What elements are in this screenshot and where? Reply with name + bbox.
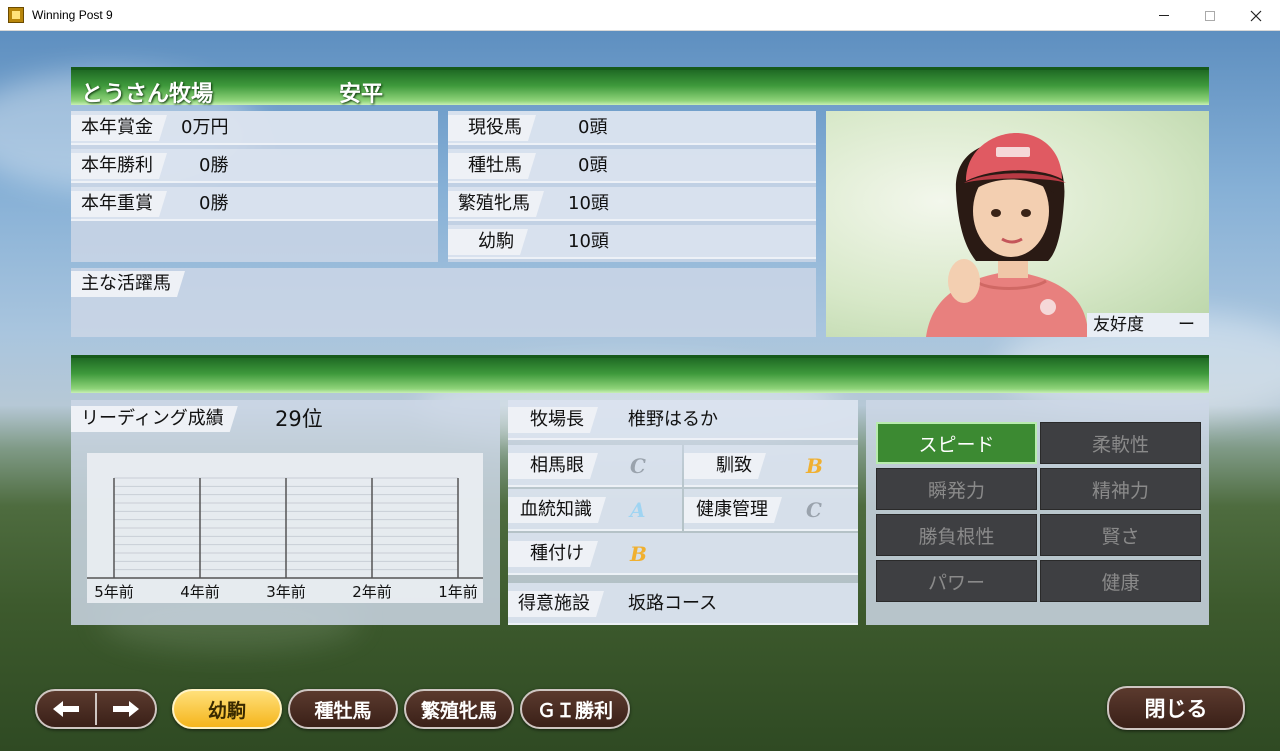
manager-name: 椎野はるか xyxy=(628,409,718,430)
tab-foals[interactable]: 幼駒 xyxy=(172,689,282,729)
ability-cell: 血統知識 A xyxy=(508,489,682,531)
chart-x-tick-label: 2年前 xyxy=(352,583,392,601)
friendship-label: 友好度 xyxy=(1093,315,1144,335)
ability-cell: 馴致 B xyxy=(684,445,858,487)
leading-chart: 5年前 4年前 3年前 2年前 1年前 xyxy=(87,477,483,601)
ability-grade: C xyxy=(630,454,646,478)
specialty-label: 得意施設 xyxy=(508,591,604,617)
minimize-button[interactable] xyxy=(1141,0,1187,31)
stat-value: 10頭 xyxy=(568,193,609,214)
stat-value: 0勝 xyxy=(199,155,229,176)
manager-portrait-image xyxy=(926,133,1088,337)
tab-g1-wins[interactable]: ＧＩ勝利 xyxy=(520,689,630,729)
farm-header: とうさん牧場 安平 xyxy=(71,67,1209,107)
chart-x-tick-label: 5年前 xyxy=(94,583,134,601)
ability-label: 血統知識 xyxy=(508,497,606,523)
ability-grade: B xyxy=(806,454,823,478)
skill-power: パワー xyxy=(876,560,1037,602)
ability-cell: 種付け B xyxy=(508,533,858,575)
skill-mental: 精神力 xyxy=(1040,468,1201,510)
ability-label: 馴致 xyxy=(684,453,766,479)
maximize-icon xyxy=(1205,10,1215,21)
chart-x-tick-label: 4年前 xyxy=(180,583,220,601)
arrow-right-icon xyxy=(113,701,139,717)
ability-label: 健康管理 xyxy=(684,497,782,523)
ability-grade: B xyxy=(630,542,647,566)
window-title: Winning Post 9 xyxy=(32,8,113,22)
specialty-value: 坂路コース xyxy=(628,593,718,614)
skill-health: 健康 xyxy=(1040,560,1201,602)
stat-value: 0頭 xyxy=(578,117,608,138)
skill-speed: スピード xyxy=(876,422,1037,464)
farm-owner: 安平 xyxy=(339,82,384,107)
close-button[interactable]: 閉じる xyxy=(1107,686,1245,730)
maximize-button[interactable] xyxy=(1187,0,1233,31)
manager-portrait xyxy=(826,111,1209,337)
nav-arrows xyxy=(35,689,157,729)
minimize-icon xyxy=(1159,15,1169,16)
stat-label: 現役馬 xyxy=(448,115,536,141)
ability-grade: A xyxy=(630,498,646,522)
ability-grade: C xyxy=(806,498,822,522)
manager-label: 牧場長 xyxy=(508,407,598,433)
manager-row: 牧場長 椎野はるか xyxy=(508,400,858,440)
stat-row: 現役馬 0頭 xyxy=(448,111,816,145)
app-icon xyxy=(8,7,24,23)
ability-cell: 相馬眼 C xyxy=(508,445,682,487)
chart-x-tick-label: 3年前 xyxy=(266,583,306,601)
farm-name: とうさん牧場 xyxy=(81,82,214,107)
tab-stallions[interactable]: 種牡馬 xyxy=(288,689,398,729)
stat-row: 本年賞金 0万円 xyxy=(71,111,438,145)
stat-row: 本年重賞 0勝 xyxy=(71,187,438,221)
skill-intelligence: 賢さ xyxy=(1040,514,1201,556)
window-titlebar: Winning Post 9 xyxy=(0,0,1280,31)
friendship-value: ー xyxy=(1178,315,1195,335)
stat-value: 0勝 xyxy=(199,193,229,214)
leading-chart-panel: リーディング成績 29位 5年前 4年前 3年前 2年前 1年前 xyxy=(71,400,500,625)
stat-value: 0万円 xyxy=(181,117,229,138)
stat-label: 繁殖牝馬 xyxy=(448,191,544,217)
stat-row: 繁殖牝馬 10頭 xyxy=(448,187,816,221)
ability-cell: 健康管理 C xyxy=(684,489,858,531)
stat-value: 0頭 xyxy=(578,155,608,176)
skill-flexibility: 柔軟性 xyxy=(1040,422,1201,464)
main-horses-label: 主な活躍馬 xyxy=(71,271,185,297)
tab-broodmares[interactable]: 繁殖牝馬 xyxy=(404,689,514,729)
stat-row: 種牡馬 0頭 xyxy=(448,149,816,183)
skills-panel: スピード 柔軟性 瞬発力 精神力 勝負根性 賢さ パワー 健康 xyxy=(866,400,1209,625)
skill-guts: 勝負根性 xyxy=(876,514,1037,556)
stat-label: 種牡馬 xyxy=(448,153,536,179)
stat-label: 幼駒 xyxy=(448,229,528,255)
close-window-button[interactable] xyxy=(1233,0,1279,31)
stat-row: 幼駒 10頭 xyxy=(448,225,816,259)
main-horses-panel: 主な活躍馬 xyxy=(71,268,816,337)
stat-label: 本年重賞 xyxy=(71,191,167,217)
ability-label: 種付け xyxy=(508,541,598,567)
stat-row: 本年勝利 0勝 xyxy=(71,149,438,183)
stat-label: 本年勝利 xyxy=(71,153,167,179)
skill-burst: 瞬発力 xyxy=(876,468,1037,510)
next-button[interactable] xyxy=(97,691,155,727)
stat-label: 本年賞金 xyxy=(71,115,167,141)
ability-label: 相馬眼 xyxy=(508,453,598,479)
arrow-left-icon xyxy=(53,701,79,717)
specialty-row: 得意施設 坂路コース xyxy=(508,583,858,625)
stat-value: 10頭 xyxy=(568,231,609,252)
close-icon xyxy=(1250,10,1262,21)
section-divider-bar xyxy=(71,355,1209,393)
prev-button[interactable] xyxy=(37,691,95,727)
friendship-box: 友好度 ー xyxy=(1087,313,1209,337)
chart-x-tick-label: 1年前 xyxy=(438,583,478,601)
